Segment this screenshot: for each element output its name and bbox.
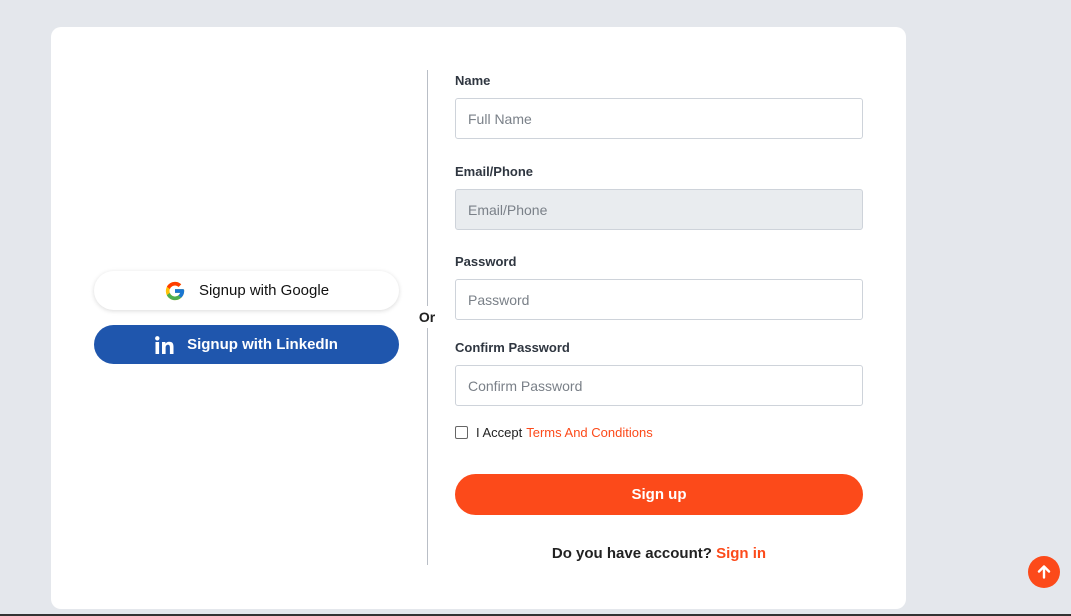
arrow-up-icon bbox=[1037, 565, 1051, 579]
confirm-password-input[interactable] bbox=[455, 365, 863, 406]
confirm-password-label: Confirm Password bbox=[455, 340, 570, 355]
google-g-icon bbox=[164, 280, 186, 302]
terms-row: I Accept Terms And Conditions bbox=[455, 425, 653, 440]
email-phone-label: Email/Phone bbox=[455, 164, 534, 179]
terms-checkbox[interactable] bbox=[455, 426, 468, 439]
sign-up-button[interactable]: Sign up bbox=[455, 474, 863, 515]
signin-row: Do you have account? Sign in bbox=[455, 545, 863, 562]
signin-prompt: Do you have account? bbox=[551, 545, 712, 562]
password-label: Password bbox=[455, 254, 517, 269]
name-label: Name bbox=[455, 73, 491, 88]
linkedin-icon bbox=[155, 335, 174, 354]
password-input[interactable] bbox=[455, 279, 863, 320]
signup-card: Signup with Google Signup with LinkedIn … bbox=[51, 27, 906, 609]
or-separator: Or bbox=[413, 306, 441, 328]
sign-in-link[interactable]: Sign in bbox=[716, 545, 766, 562]
full-name-input[interactable] bbox=[455, 98, 863, 139]
signup-google-button[interactable]: Signup with Google bbox=[94, 271, 399, 310]
signup-linkedin-label: Signup with LinkedIn bbox=[187, 336, 338, 353]
scroll-to-top-button[interactable] bbox=[1028, 556, 1060, 588]
terms-prefix: I Accept bbox=[476, 425, 523, 440]
signup-google-label: Signup with Google bbox=[198, 282, 330, 299]
email-phone-input[interactable] bbox=[455, 189, 863, 230]
signup-linkedin-button[interactable]: Signup with LinkedIn bbox=[94, 325, 399, 364]
terms-link[interactable]: Terms And Conditions bbox=[526, 425, 652, 440]
